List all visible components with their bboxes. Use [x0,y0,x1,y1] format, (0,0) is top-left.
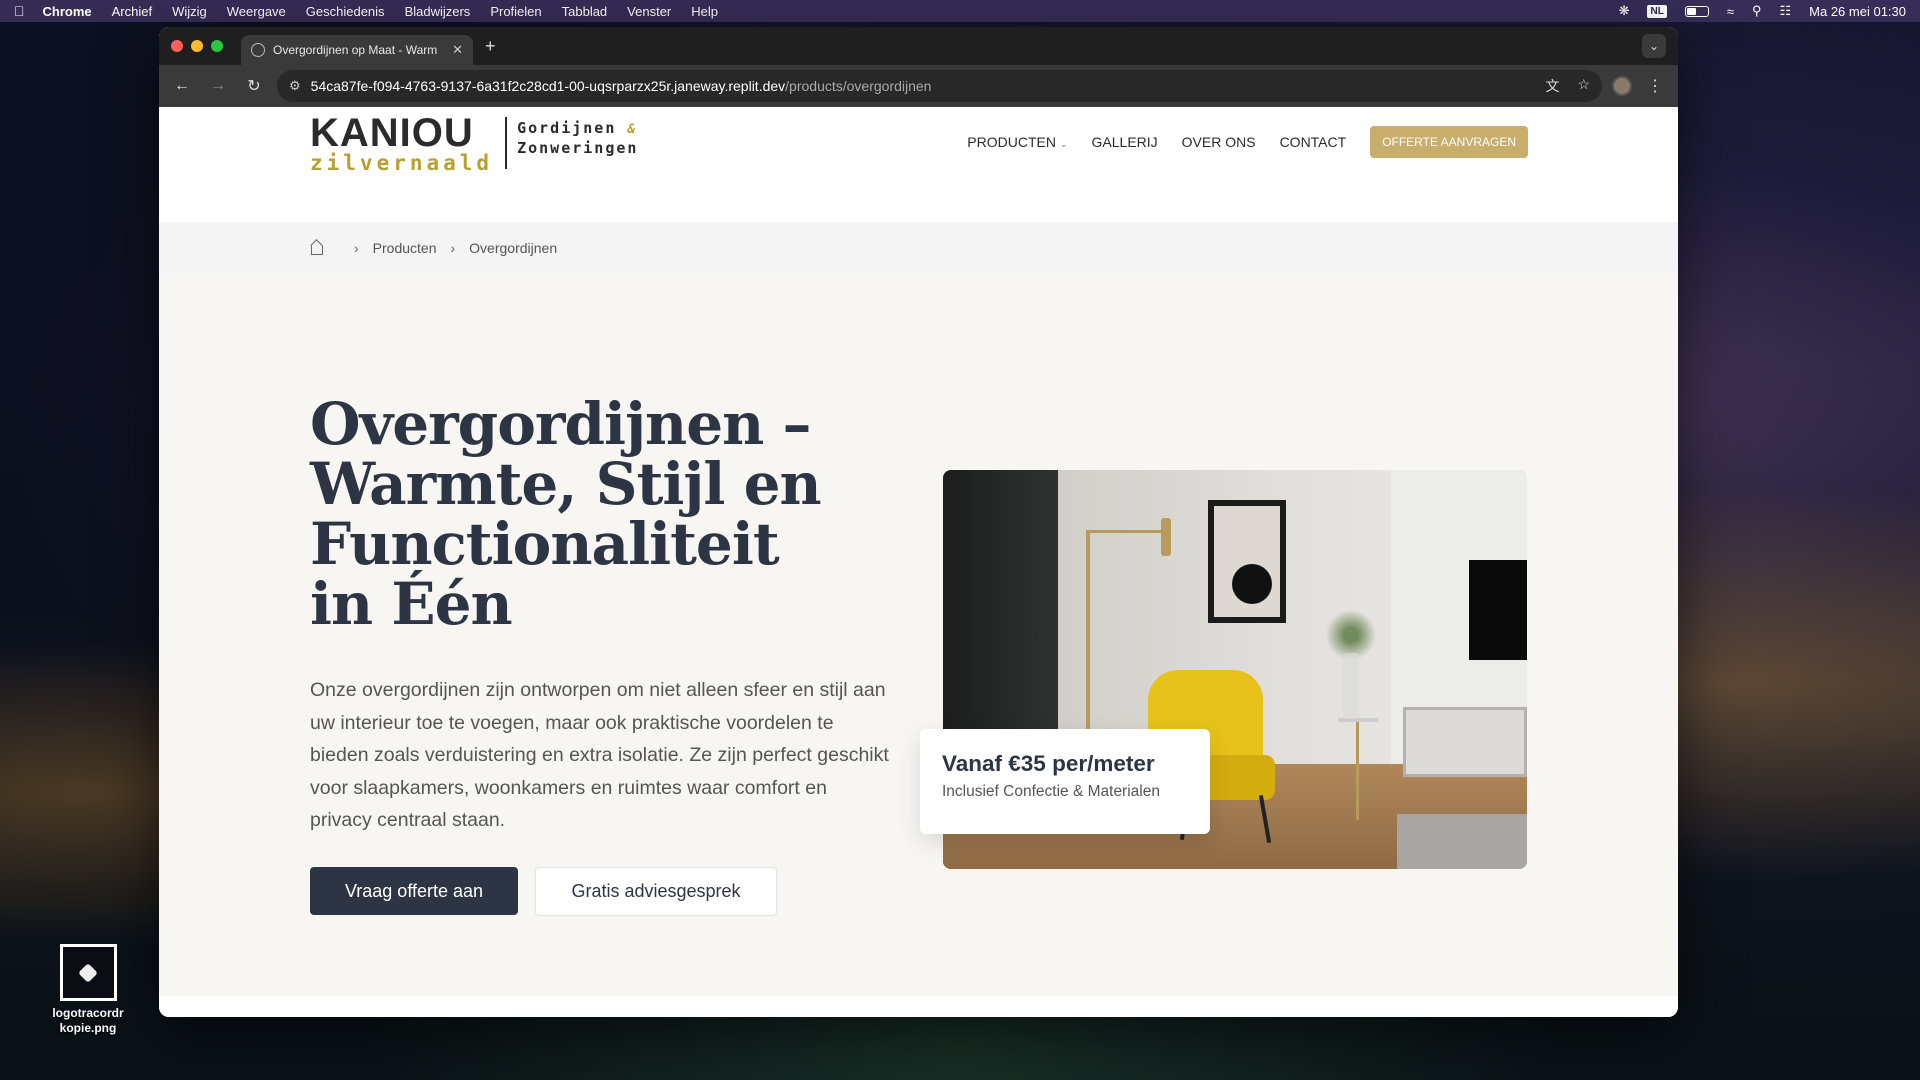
nav-producten-label: PRODUCTEN [967,134,1056,150]
site-settings-icon[interactable]: ⚙ [289,78,301,94]
tab-search-chevron-icon[interactable]: ⌄ [1642,34,1666,58]
logo-tagline-1: Gordijnen [517,119,617,137]
spotlight-search-icon[interactable]: ⚲ [1752,3,1762,19]
address-bar[interactable]: ⚙ 54ca87fe-f094-4763-9137-6a31f2c28cd1-0… [277,70,1602,102]
url-path: /products/overgordijnen [785,78,932,94]
battery-icon[interactable] [1684,5,1709,17]
menu-tabblad[interactable]: Tabblad [562,4,608,19]
more-menu-icon[interactable]: ⋮ [1642,76,1668,96]
nav-contact[interactable]: CONTACT [1280,134,1347,150]
nav-gallerij[interactable]: GALLERIJ [1092,134,1158,150]
site-header: KANIOU zilvernaald Gordijnen & Zonwering… [159,107,1678,222]
menu-bladwijzers[interactable]: Bladwijzers [405,4,471,19]
hero-section: Overgordijnen – Warmte, Stijl en Functio… [159,274,1678,996]
profile-avatar[interactable] [1612,76,1632,96]
nav-over-ons[interactable]: OVER ONS [1182,134,1256,150]
breadcrumb-producten[interactable]: Producten [373,240,437,256]
request-quote-button[interactable]: Vraag offerte aan [310,867,518,915]
logo-ampersand: & [627,122,638,137]
minimize-window-button[interactable] [191,40,203,52]
breadcrumb-current: Overgordijnen [469,240,558,256]
menu-help[interactable]: Help [691,4,718,19]
openai-icon[interactable]: ❋ [1619,3,1630,19]
back-arrow-icon[interactable]: ← [169,77,195,95]
breadcrumb-separator-icon: › [450,240,456,256]
logo-sub: zilvernaald [310,151,494,175]
logo-tagline: Gordijnen & Zonweringen [517,119,638,157]
omnibox-actions: 文 ☆ [1545,76,1590,96]
menu-profielen[interactable]: Profielen [490,4,541,19]
menubar-datetime[interactable]: Ma 26 mei 01:30 [1809,4,1906,19]
browser-tab-active[interactable]: Overgordijnen op Maat - Warm ✕ [241,35,473,65]
tab-bar: Overgordijnen op Maat - Warm ✕ + ⌄ [159,27,1678,65]
input-source-badge[interactable]: NL [1647,4,1667,18]
new-tab-button[interactable]: + [485,36,496,57]
price-card: Vanaf €35 per/meter Inclusief Confectie … [920,729,1210,834]
maximize-window-button[interactable] [211,40,223,52]
breadcrumb: › Producten › Overgordijnen [159,222,1678,274]
wifi-icon[interactable]: ≈ [1727,4,1734,19]
chevron-down-icon: ⌄ [1059,139,1068,149]
bookmark-star-icon[interactable]: ☆ [1577,76,1590,96]
tab-close-icon[interactable]: ✕ [452,42,463,58]
logo-wordmark: KANIOU zilvernaald [310,111,494,175]
menu-app-name[interactable]: Chrome [43,4,92,19]
globe-icon [251,43,265,57]
offerte-aanvragen-button[interactable]: OFFERTE AANVRAGEN [1370,126,1528,158]
breadcrumb-separator-icon: › [354,240,359,256]
logo-tagline-2: Zonweringen [517,139,639,157]
wall-art-frame [1208,500,1286,623]
browser-window: Overgordijnen op Maat - Warm ✕ + ⌄ ← → ↻… [159,27,1678,1017]
file-label: logotracordr kopie.png [52,1006,124,1035]
free-consultation-button[interactable]: Gratis adviesgesprek [535,867,777,916]
macos-menubar:  Chrome Archief Wijzig Weergave Geschie… [0,0,1920,22]
price-label: Vanaf €35 per/meter [942,751,1155,776]
kaniou-logo[interactable]: KANIOU zilvernaald Gordijnen & Zonwering… [310,111,638,175]
menu-geschiedenis[interactable]: Geschiedenis [306,4,385,19]
menu-venster[interactable]: Venster [627,4,671,19]
main-navigation: PRODUCTEN ⌄ GALLERIJ OVER ONS CONTACT OFF… [943,126,1528,158]
apple-icon[interactable]:  [14,3,25,19]
forward-arrow-icon[interactable]: → [205,77,231,95]
logo-brand: KANIOU [310,111,474,155]
menu-weergave[interactable]: Weergave [227,4,286,19]
price-subtext: Inclusief Confectie & Materialen [942,783,1160,800]
nav-producten[interactable]: PRODUCTEN ⌄ [967,134,1067,150]
desktop-file-icon[interactable]: logotracordr kopie.png [42,944,134,1036]
close-window-button[interactable] [171,40,183,52]
logo-divider [505,117,508,169]
menubar-status-area: ❋ NL ≈ ⚲ ☷ Ma 26 mei 01:30 [1619,3,1906,19]
home-icon[interactable] [310,241,324,255]
tab-title: Overgordijnen op Maat - Warm [273,43,438,57]
control-center-icon[interactable]: ☷ [1780,3,1792,19]
file-thumbnail [59,944,117,1001]
hero-description: Onze overgordijnen zijn ontworpen om nie… [310,679,889,831]
browser-toolbar: ← → ↻ ⚙ 54ca87fe-f094-4763-9137-6a31f2c2… [159,65,1678,107]
translate-icon[interactable]: 文 [1545,76,1559,96]
website-viewport: KANIOU zilvernaald Gordijnen & Zonwering… [159,107,1678,1017]
menu-wijzig[interactable]: Wijzig [172,4,207,19]
page-title: Overgordijnen – Warmte, Stijl en Functio… [310,390,822,638]
menu-archief[interactable]: Archief [112,4,152,19]
reload-icon[interactable]: ↻ [241,76,267,96]
url-host: 54ca87fe-f094-4763-9137-6a31f2c28cd1-00-… [310,78,786,94]
window-controls [171,40,223,52]
